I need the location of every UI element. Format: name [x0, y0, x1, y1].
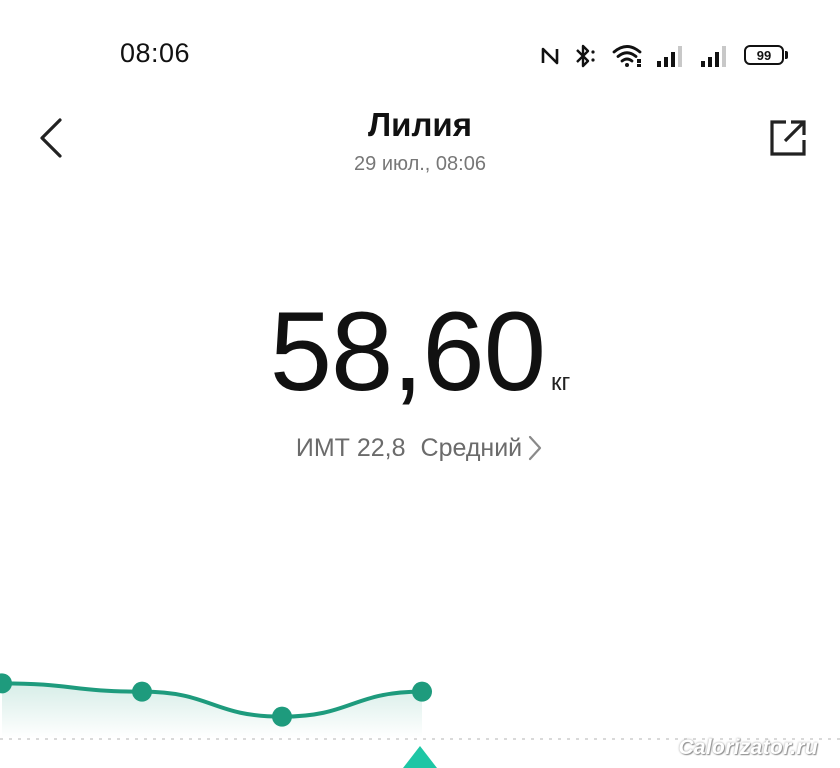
- status-time: 08:06: [120, 38, 191, 68]
- selected-point-marker[interactable]: [403, 746, 437, 768]
- weight-unit: кг: [551, 369, 571, 396]
- bmi-status: Средний: [420, 433, 523, 462]
- chevron-right-icon: [529, 435, 542, 461]
- nfc-icon: [541, 47, 559, 65]
- weight-value: 58,60: [269, 289, 546, 414]
- bluetooth-icon: [576, 44, 595, 68]
- page-title: Лилия: [368, 106, 472, 143]
- chart-area: [2, 683, 422, 738]
- weight-display: 58,60 кг: [0, 296, 840, 408]
- chart-point[interactable]: [272, 706, 292, 727]
- share-icon: [770, 120, 806, 156]
- battery-level: 99: [744, 45, 784, 65]
- page-subtitle: 29 июл., 08:06: [354, 153, 486, 175]
- bmi-row[interactable]: ИМТ 22,8 Средний: [0, 433, 840, 463]
- wifi-icon: [612, 45, 642, 67]
- share-button[interactable]: [766, 116, 810, 160]
- signal-icon: [701, 46, 726, 67]
- chart-point[interactable]: [132, 681, 152, 702]
- status-icons: 99: [540, 40, 788, 72]
- watermark: Calorizator.ru: [678, 736, 818, 759]
- bmi-label: ИМТ 22,8: [295, 433, 406, 462]
- chart-point[interactable]: [412, 681, 432, 702]
- battery-icon: 99: [744, 45, 788, 67]
- signal-icon: [657, 46, 682, 67]
